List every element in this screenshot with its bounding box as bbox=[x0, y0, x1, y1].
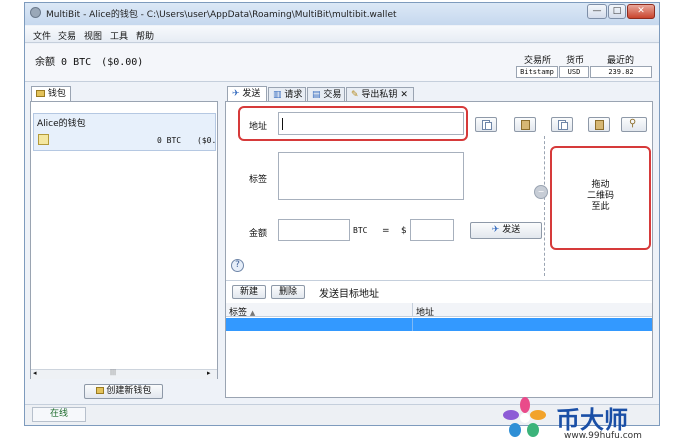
menu-view[interactable]: 视图 bbox=[84, 29, 102, 42]
wallet-name: Alice的钱包 bbox=[37, 119, 86, 129]
wallet-balance: 0 BTC bbox=[157, 136, 182, 145]
create-wallet-button[interactable]: 创建新钱包 bbox=[84, 384, 163, 399]
amount-label: 金额 bbox=[249, 229, 268, 239]
scroll-right-arrow[interactable]: ▸ bbox=[207, 369, 211, 377]
tab-transactions-label: 交易 bbox=[323, 90, 342, 100]
text-cursor bbox=[282, 118, 283, 130]
amount-btc-input[interactable] bbox=[278, 219, 350, 241]
transactions-icon: ▤ bbox=[312, 90, 321, 100]
close-tab-icon[interactable]: ✕ bbox=[400, 90, 408, 100]
close-button[interactable]: ✕ bbox=[627, 4, 655, 19]
fiat-symbol: $ bbox=[401, 226, 407, 236]
delete-address-button[interactable]: 删除 bbox=[271, 285, 305, 299]
balance-label: 余额 bbox=[35, 57, 55, 68]
last-price-value: 239.82 bbox=[590, 66, 652, 78]
qr-line-1: 拖动 bbox=[591, 180, 610, 190]
sort-asc-icon: ▲ bbox=[249, 309, 256, 317]
copy-address-button[interactable] bbox=[475, 117, 497, 132]
copy-qr-button[interactable] bbox=[551, 117, 573, 132]
copy-icon-back bbox=[561, 122, 568, 130]
paste-qr-button[interactable] bbox=[588, 117, 610, 132]
exchange-header: 交易所 bbox=[524, 56, 552, 66]
online-status: 在线 bbox=[32, 407, 86, 422]
amount-fiat-input[interactable] bbox=[410, 219, 454, 241]
send-button-label: 发送 bbox=[502, 225, 521, 235]
new-address-button[interactable]: 新建 bbox=[232, 285, 266, 299]
divider bbox=[226, 280, 652, 281]
scroll-left-arrow[interactable]: ◂ bbox=[33, 369, 37, 377]
send-button[interactable]: ✈ 发送 bbox=[470, 222, 542, 239]
watermark-flower-icon bbox=[503, 397, 546, 437]
qr-drop-text: 拖动 二维码 至此 bbox=[550, 180, 651, 213]
address-input[interactable] bbox=[278, 112, 464, 135]
help-icon[interactable]: ? bbox=[231, 259, 244, 272]
amount-currency: BTC bbox=[353, 226, 368, 235]
row-separator bbox=[412, 318, 413, 331]
menu-trade[interactable]: 交易 bbox=[58, 29, 76, 42]
scroll-thumb[interactable]: ||| bbox=[110, 369, 116, 376]
create-wallet-icon bbox=[95, 387, 104, 394]
table-row[interactable] bbox=[226, 318, 652, 331]
amount-equals: = bbox=[382, 226, 390, 236]
paste-address-button[interactable] bbox=[514, 117, 536, 132]
maximize-button[interactable]: □ bbox=[608, 4, 626, 19]
label-input[interactable] bbox=[278, 152, 464, 200]
addressbook-header bbox=[226, 303, 652, 317]
balance-display: 余额 0 BTC ($0.00) bbox=[35, 53, 143, 68]
request-icon: ▥ bbox=[273, 90, 282, 100]
exchange-select[interactable]: Bitstamp bbox=[516, 66, 558, 78]
multibit-icon bbox=[30, 7, 41, 18]
wallet-icon bbox=[36, 90, 45, 97]
wallet-item-icon bbox=[38, 134, 49, 145]
wallet-fiat: ($0. bbox=[197, 136, 217, 145]
balance-amount: 0 BTC bbox=[61, 57, 92, 68]
tab-export-keys-label: 导出私钥 bbox=[361, 90, 398, 100]
qr-divider bbox=[544, 136, 545, 276]
tab-send-label: 发送 bbox=[242, 89, 261, 99]
balance-fiat: ($0.00) bbox=[101, 57, 144, 68]
paste-icon bbox=[521, 120, 530, 130]
column-label-header[interactable]: 标签 ▲ bbox=[229, 305, 255, 318]
last-price-header: 最近的 bbox=[607, 56, 635, 66]
qr-line-2: 二维码 bbox=[586, 191, 614, 201]
watermark-logo bbox=[503, 397, 546, 437]
collapse-qr-icon[interactable]: − bbox=[534, 185, 548, 199]
copy-icon-back bbox=[485, 122, 492, 130]
window-title: MultiBit - Alice的钱包 - C:\Users\user\AppD… bbox=[46, 10, 397, 20]
tab-request-label: 请求 bbox=[284, 90, 303, 100]
currency-header: 货币 bbox=[566, 56, 585, 66]
column-separator bbox=[412, 303, 413, 317]
column-label-text: 标签 bbox=[229, 308, 248, 318]
tab-wallets-label: 钱包 bbox=[47, 89, 66, 99]
label-label: 标签 bbox=[249, 175, 268, 185]
menu-file[interactable]: 文件 bbox=[33, 29, 51, 42]
export-key-icon: ✎ bbox=[351, 90, 359, 100]
send-icon: ✈ bbox=[232, 89, 240, 99]
send-button-icon: ✈ bbox=[491, 225, 500, 235]
minimize-button[interactable]: — bbox=[587, 4, 607, 19]
watermark-url: www.99hufu.com bbox=[564, 431, 642, 441]
create-wallet-label: 创建新钱包 bbox=[106, 386, 152, 396]
watermark-brand: 币大师 bbox=[556, 406, 628, 434]
zoom-icon: ⚲ bbox=[629, 118, 637, 129]
column-address-header[interactable]: 地址 bbox=[416, 305, 434, 318]
zoom-qr-button[interactable]: ⚲ bbox=[621, 117, 647, 132]
menu-help[interactable]: 帮助 bbox=[136, 29, 154, 42]
wallet-list-scrollbar[interactable] bbox=[31, 369, 217, 379]
menu-tools[interactable]: 工具 bbox=[110, 29, 128, 42]
paste-icon bbox=[595, 120, 604, 130]
addressbook-title: 发送目标地址 bbox=[319, 289, 379, 300]
qr-line-3: 至此 bbox=[591, 202, 610, 212]
currency-select[interactable]: USD bbox=[559, 66, 589, 78]
